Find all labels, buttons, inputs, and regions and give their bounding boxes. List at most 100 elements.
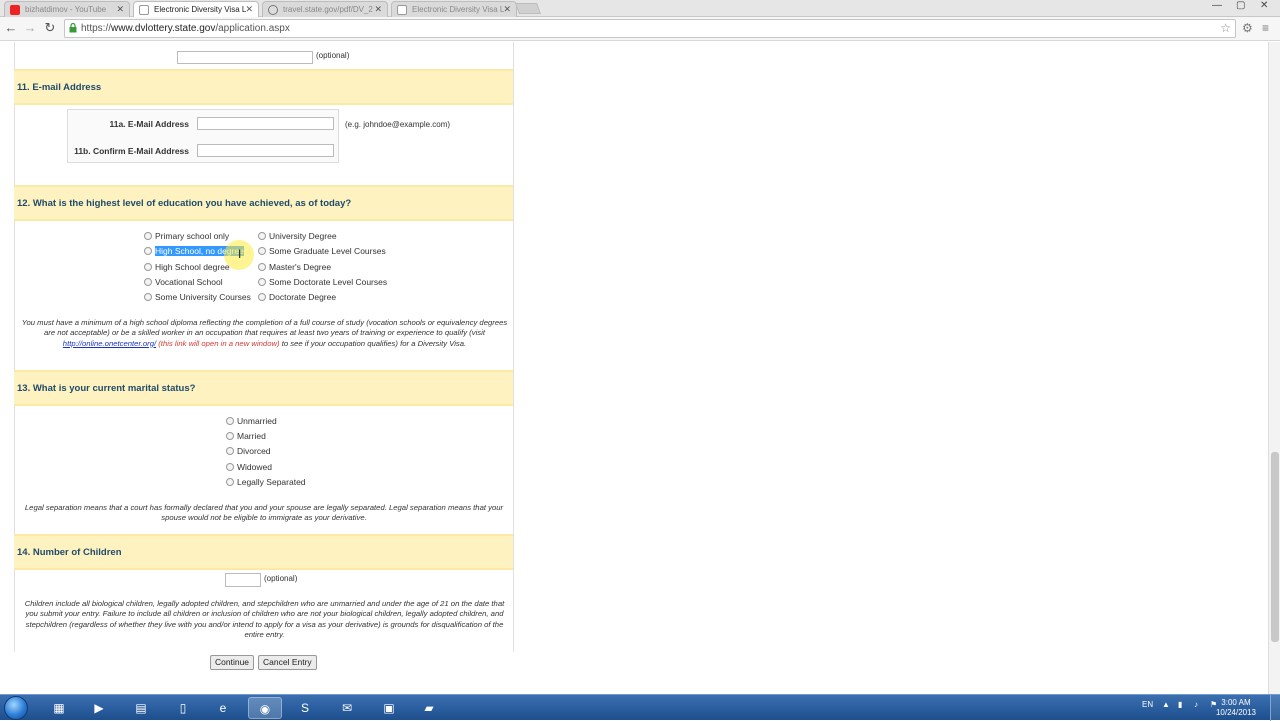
back-icon[interactable]: ← <box>3 20 19 35</box>
radio-button[interactable] <box>258 278 266 286</box>
browser-toolbar: ← → ↻ https://www.dvlottery.state.gov/ap… <box>0 17 1280 41</box>
bookmark-star-icon[interactable]: ☆ <box>1220 21 1231 35</box>
cancel-entry-button[interactable]: Cancel Entry <box>258 655 317 670</box>
radio-button[interactable] <box>258 263 266 271</box>
network-icon[interactable]: ▮ <box>1178 700 1182 709</box>
option-label: Legally Separated <box>237 477 306 487</box>
education-option-vocational[interactable]: Vocational School <box>144 277 223 289</box>
radio-button[interactable] <box>144 293 152 301</box>
marital-option-married[interactable]: Married <box>226 431 266 443</box>
radio-button[interactable] <box>144 232 152 240</box>
window-app-icon[interactable]: ▣ <box>372 697 406 719</box>
option-label: Vocational School <box>155 277 223 287</box>
language-indicator[interactable]: EN <box>1142 700 1153 709</box>
show-desktop-button[interactable] <box>1270 695 1280 721</box>
option-label: University Degree <box>269 231 337 241</box>
volume-icon[interactable]: ♪ <box>1194 700 1198 709</box>
windows-taskbar: ▦ ▶ ▤ ▯ e ◉ S ✉ ▣ ▰ EN ▲ ▮ ♪ ⚑ 3:00 AM 1… <box>0 694 1280 721</box>
menu-icon[interactable]: ≡ <box>1262 21 1269 35</box>
media-center-icon[interactable]: ▦ <box>42 697 76 719</box>
scrollbar-thumb[interactable] <box>1271 452 1279 642</box>
radio-button[interactable] <box>226 447 234 455</box>
previous-field-input[interactable] <box>177 51 313 64</box>
option-label: Some Graduate Level Courses <box>269 246 386 256</box>
tab-title: Electronic Diversity Visa L <box>154 5 247 14</box>
chat-icon[interactable]: ✉ <box>330 697 364 719</box>
new-tab-button[interactable] <box>514 3 542 14</box>
chrome-icon[interactable]: ◉ <box>248 697 282 719</box>
page-scrollbar[interactable] <box>1268 42 1280 694</box>
email-input[interactable] <box>197 117 334 130</box>
marital-option-divorced[interactable]: Divorced <box>226 446 271 458</box>
start-button[interactable] <box>4 696 28 720</box>
radio-button[interactable] <box>144 263 152 271</box>
reload-icon[interactable]: ↻ <box>42 20 58 36</box>
marital-option-unmarried[interactable]: Unmarried <box>226 416 277 428</box>
tab-dv-application[interactable]: Electronic Diversity Visa L ✕ <box>133 1 259 18</box>
education-option-high-school-degree[interactable]: High School degree <box>144 262 230 274</box>
tab-youtube[interactable]: bizhatdimov - YouTube ✕ <box>4 1 130 17</box>
url-host: www.dvlottery.state.gov <box>111 23 216 34</box>
document-icon[interactable]: ▯ <box>166 697 200 719</box>
marital-note: Legal separation means that a court has … <box>24 503 504 523</box>
address-bar[interactable]: https://www.dvlottery.state.gov/applicat… <box>64 19 1236 38</box>
education-option-some-university[interactable]: Some University Courses <box>144 292 251 304</box>
section-14-title: 14. Number of Children <box>14 534 513 570</box>
radio-button[interactable] <box>226 463 234 471</box>
education-option-doctorate[interactable]: Doctorate Degree <box>258 292 336 304</box>
system-clock[interactable]: 3:00 AM 10/24/2013 <box>1216 698 1256 718</box>
radio-button[interactable] <box>258 293 266 301</box>
media-player-icon[interactable]: ▶ <box>82 697 116 719</box>
maximize-icon[interactable]: ▢ <box>1236 0 1245 11</box>
option-label: Master's Degree <box>269 262 332 272</box>
section-13-title: 13. What is your current marital status? <box>14 370 513 406</box>
radio-button[interactable] <box>226 478 234 486</box>
tab-travel-pdf[interactable]: travel.state.gov/pdf/DV_2 ✕ <box>262 1 388 17</box>
children-count-input[interactable] <box>225 573 261 587</box>
radio-button[interactable] <box>144 278 152 286</box>
url-path: /application.aspx <box>215 23 290 34</box>
radio-button[interactable] <box>226 432 234 440</box>
option-label: Widowed <box>237 462 272 472</box>
file-explorer-icon[interactable]: ▤ <box>124 697 158 719</box>
education-option-some-doctorate[interactable]: Some Doctorate Level Courses <box>258 277 387 289</box>
internet-explorer-icon[interactable]: e <box>206 697 240 719</box>
close-icon[interactable]: ✕ <box>116 4 124 15</box>
email-label: 11a. E-Mail Address <box>109 119 189 129</box>
confirm-email-label: 11b. Confirm E-Mail Address <box>74 146 189 156</box>
clock-date: 10/24/2013 <box>1215 708 1256 717</box>
onetcenter-link[interactable]: http://online.onetcenter.org/ <box>63 339 156 348</box>
radio-button[interactable] <box>226 417 234 425</box>
education-option-some-graduate[interactable]: Some Graduate Level Courses <box>258 246 386 258</box>
page-icon <box>397 5 407 15</box>
marital-option-widowed[interactable]: Widowed <box>226 462 272 474</box>
email-hint: (e.g. johndoe@example.com) <box>345 120 451 129</box>
option-label: Married <box>237 431 266 441</box>
tab-dv-2[interactable]: Electronic Diversity Visa L ✕ <box>391 1 517 17</box>
education-option-primary[interactable]: Primary school only <box>144 231 229 243</box>
education-option-university[interactable]: University Degree <box>258 231 337 243</box>
lock-icon <box>69 23 77 33</box>
radio-button[interactable] <box>144 247 152 255</box>
radio-button[interactable] <box>258 247 266 255</box>
close-window-icon[interactable]: ✕ <box>1260 0 1268 11</box>
tray-arrow-icon[interactable]: ▲ <box>1162 700 1170 709</box>
note-text: to see if your occupation qualifies) for… <box>279 338 467 348</box>
pdf-reader-icon[interactable]: ▰ <box>412 697 446 719</box>
marital-option-legally-separated[interactable]: Legally Separated <box>226 477 306 489</box>
children-note: Children include all biological children… <box>24 599 505 640</box>
skype-icon[interactable]: S <box>288 697 322 719</box>
extension-gear-icon[interactable]: ⚙ <box>1242 21 1253 35</box>
close-icon[interactable]: ✕ <box>503 4 511 15</box>
radio-button[interactable] <box>258 232 266 240</box>
close-icon[interactable]: ✕ <box>374 4 382 15</box>
continue-button[interactable]: Continue <box>210 655 255 670</box>
close-icon[interactable]: ✕ <box>245 4 253 15</box>
confirm-email-input[interactable] <box>197 144 334 157</box>
note-text: You must have a minimum of a high school… <box>21 318 508 338</box>
minimize-icon[interactable]: — <box>1212 0 1222 11</box>
option-label: Unmarried <box>237 416 277 426</box>
forward-icon[interactable]: → <box>22 20 38 35</box>
section-11-title: 11. E-mail Address <box>14 69 513 105</box>
education-option-masters[interactable]: Master's Degree <box>258 262 331 274</box>
